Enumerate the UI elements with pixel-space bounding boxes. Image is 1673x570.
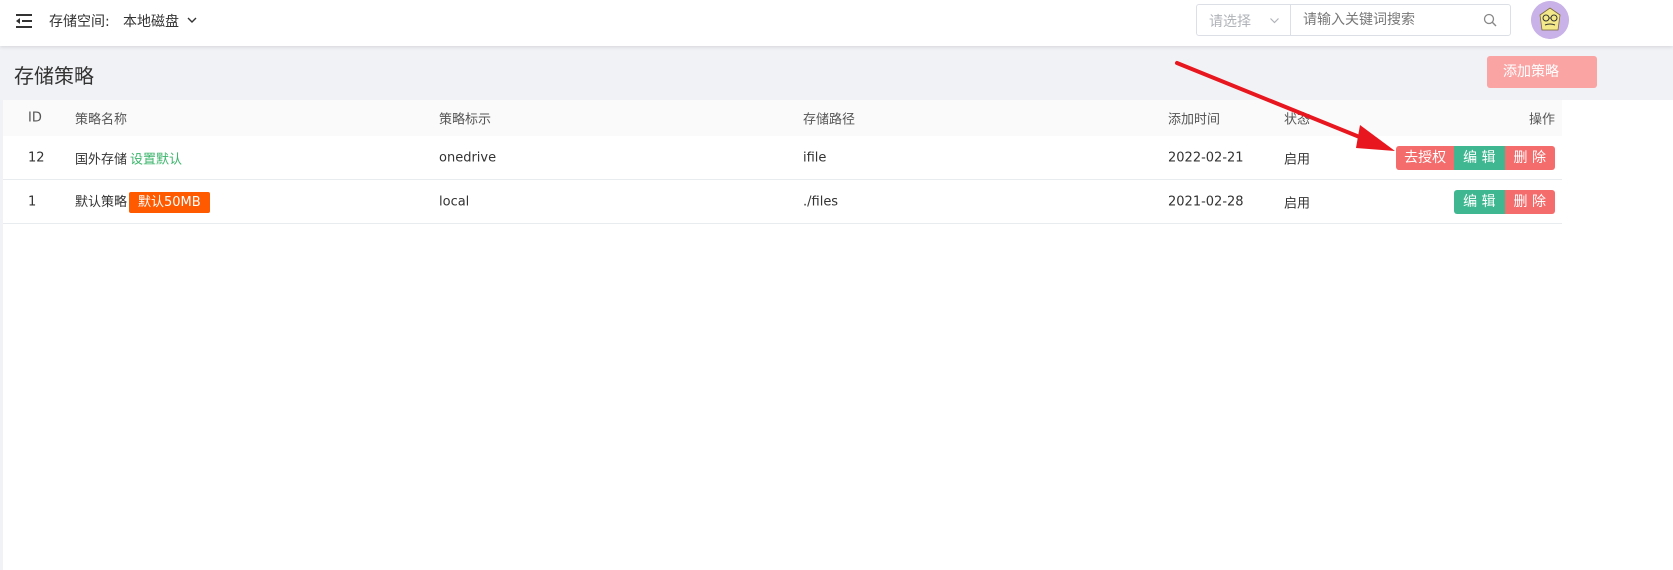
row-path: ifile: [803, 150, 827, 165]
app-window: 存储空间: 本地磁盘 请选择 请输入关键词搜索 存储策略 添加策略 ID 策略名…: [0, 0, 1673, 570]
menu-fold-icon[interactable]: [14, 11, 34, 31]
row-name-text: 默认策略: [75, 194, 128, 210]
storage-selector[interactable]: 本地磁盘: [123, 11, 179, 31]
column-header-time: 添加时间: [1168, 112, 1221, 128]
chevron-down-icon: [1270, 18, 1279, 24]
column-header-ops: 操作: [1528, 112, 1555, 128]
right-gutter: [1562, 100, 1573, 223]
set-default-link[interactable]: 设置默认: [130, 152, 182, 167]
row-mark: onedrive: [439, 150, 497, 165]
table-row: 1 默认策略 默认50MB local ./files 2021-02-28 启用…: [3, 180, 1562, 224]
avatar-icon: [1531, 1, 1569, 39]
row-status: 启用: [1284, 196, 1311, 211]
delete-button[interactable]: 删 除: [1504, 145, 1555, 170]
authorize-button[interactable]: 去授权: [1396, 145, 1455, 170]
row-time: 2022-02-21: [1168, 150, 1244, 165]
row-path: ./files: [803, 194, 839, 209]
storage-label: 存储空间:: [49, 14, 110, 30]
search-input[interactable]: [1292, 5, 1483, 35]
edit-button[interactable]: 编 辑: [1454, 145, 1505, 170]
table-header: ID 策略名称 策略标示 存储路径 添加时间 状态 操作: [3, 100, 1562, 136]
row-id: 12: [28, 150, 45, 165]
row-status: 启用: [1284, 152, 1311, 167]
delete-button[interactable]: 删 除: [1504, 189, 1555, 214]
chevron-down-icon[interactable]: [186, 14, 198, 26]
page-title: 存储策略: [14, 64, 94, 88]
title-strip: 存储策略 添加策略: [0, 46, 1673, 100]
column-header-mark: 策略标示: [439, 112, 492, 128]
policy-table: ID 策略名称 策略标示 存储路径 添加时间 状态 操作 12 国外存储 设置默认…: [3, 100, 1562, 224]
row-name: 国外存储 设置默认: [75, 148, 182, 167]
row-name: 默认策略 默认50MB: [75, 191, 210, 213]
top-bar: 存储空间: 本地磁盘 请选择: [0, 0, 1673, 46]
row-id: 1: [28, 194, 37, 209]
row-actions: 编 辑 删 除: [1454, 189, 1555, 214]
column-header-name: 策略名称: [75, 112, 128, 128]
table-row: 12 国外存储 设置默认 onedrive ifile 2022-02-21 启用…: [3, 136, 1562, 180]
default-size-badge: 默认50MB: [129, 191, 210, 213]
select-placeholder: 请选择: [1209, 14, 1251, 30]
column-header-path: 存储路径: [803, 112, 856, 128]
row-mark: local: [439, 194, 470, 209]
avatar[interactable]: [1531, 1, 1569, 39]
search-field-select[interactable]: 请选择: [1197, 5, 1291, 35]
row-actions: 去授权 编 辑 删 除: [1396, 145, 1555, 170]
edit-button[interactable]: 编 辑: [1454, 189, 1505, 214]
row-name-text: 国外存储: [75, 152, 128, 167]
search-group: 请选择: [1196, 4, 1511, 36]
row-time: 2021-02-28: [1168, 194, 1244, 209]
search-icon[interactable]: [1483, 13, 1497, 27]
column-header-id: ID: [28, 110, 42, 126]
add-policy-button[interactable]: 添加策略: [1487, 56, 1597, 88]
column-header-status: 状态: [1284, 112, 1311, 128]
